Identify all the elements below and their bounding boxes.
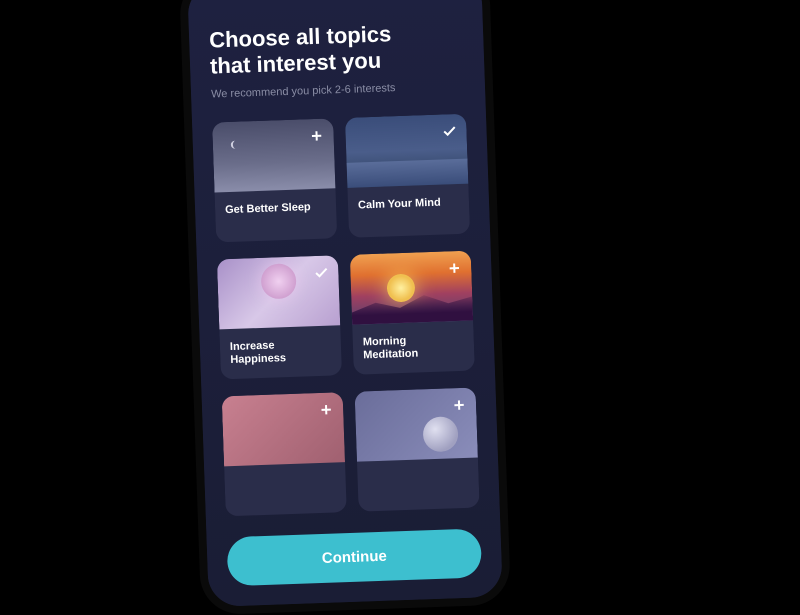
topic-label: Increase Happiness <box>219 325 342 379</box>
plus-icon <box>307 126 326 145</box>
topic-label <box>224 462 346 490</box>
topic-image-6 <box>355 387 478 461</box>
topic-image-happiness <box>217 255 340 329</box>
check-icon <box>312 263 331 282</box>
topic-card-happiness[interactable]: Increase Happiness <box>217 255 342 379</box>
phone-screen: Choose all topics that interest you We r… <box>187 0 503 607</box>
topic-label: Morning Meditation <box>352 320 475 374</box>
heading-line-2: that interest you <box>210 48 382 79</box>
page-title: Choose all topics that interest you <box>209 19 465 81</box>
topic-card-6[interactable] <box>355 387 480 511</box>
topic-card-calm[interactable]: Calm Your Mind <box>345 113 470 237</box>
topic-card-sleep[interactable]: Get Better Sleep <box>212 118 337 242</box>
topic-card-5[interactable] <box>222 392 347 516</box>
topic-label <box>357 457 479 485</box>
topic-image-5 <box>222 392 345 466</box>
topic-label: Calm Your Mind <box>347 183 469 224</box>
phone-frame: Choose all topics that interest you We r… <box>179 0 511 615</box>
plus-icon <box>317 400 336 419</box>
page-subtitle: We recommend you pick 2-6 interests <box>211 79 465 100</box>
plus-icon <box>445 259 464 278</box>
topic-card-morning[interactable]: Morning Meditation <box>350 250 475 374</box>
topics-grid: Get Better Sleep Calm Your Mind Increase… <box>212 113 480 521</box>
topic-image-calm <box>345 113 468 187</box>
topic-label: Get Better Sleep <box>215 188 337 229</box>
continue-button[interactable]: Continue <box>227 528 483 586</box>
topic-image-sleep <box>212 118 335 192</box>
plus-icon <box>450 396 469 415</box>
check-icon <box>440 122 459 141</box>
topic-image-morning <box>350 250 473 324</box>
